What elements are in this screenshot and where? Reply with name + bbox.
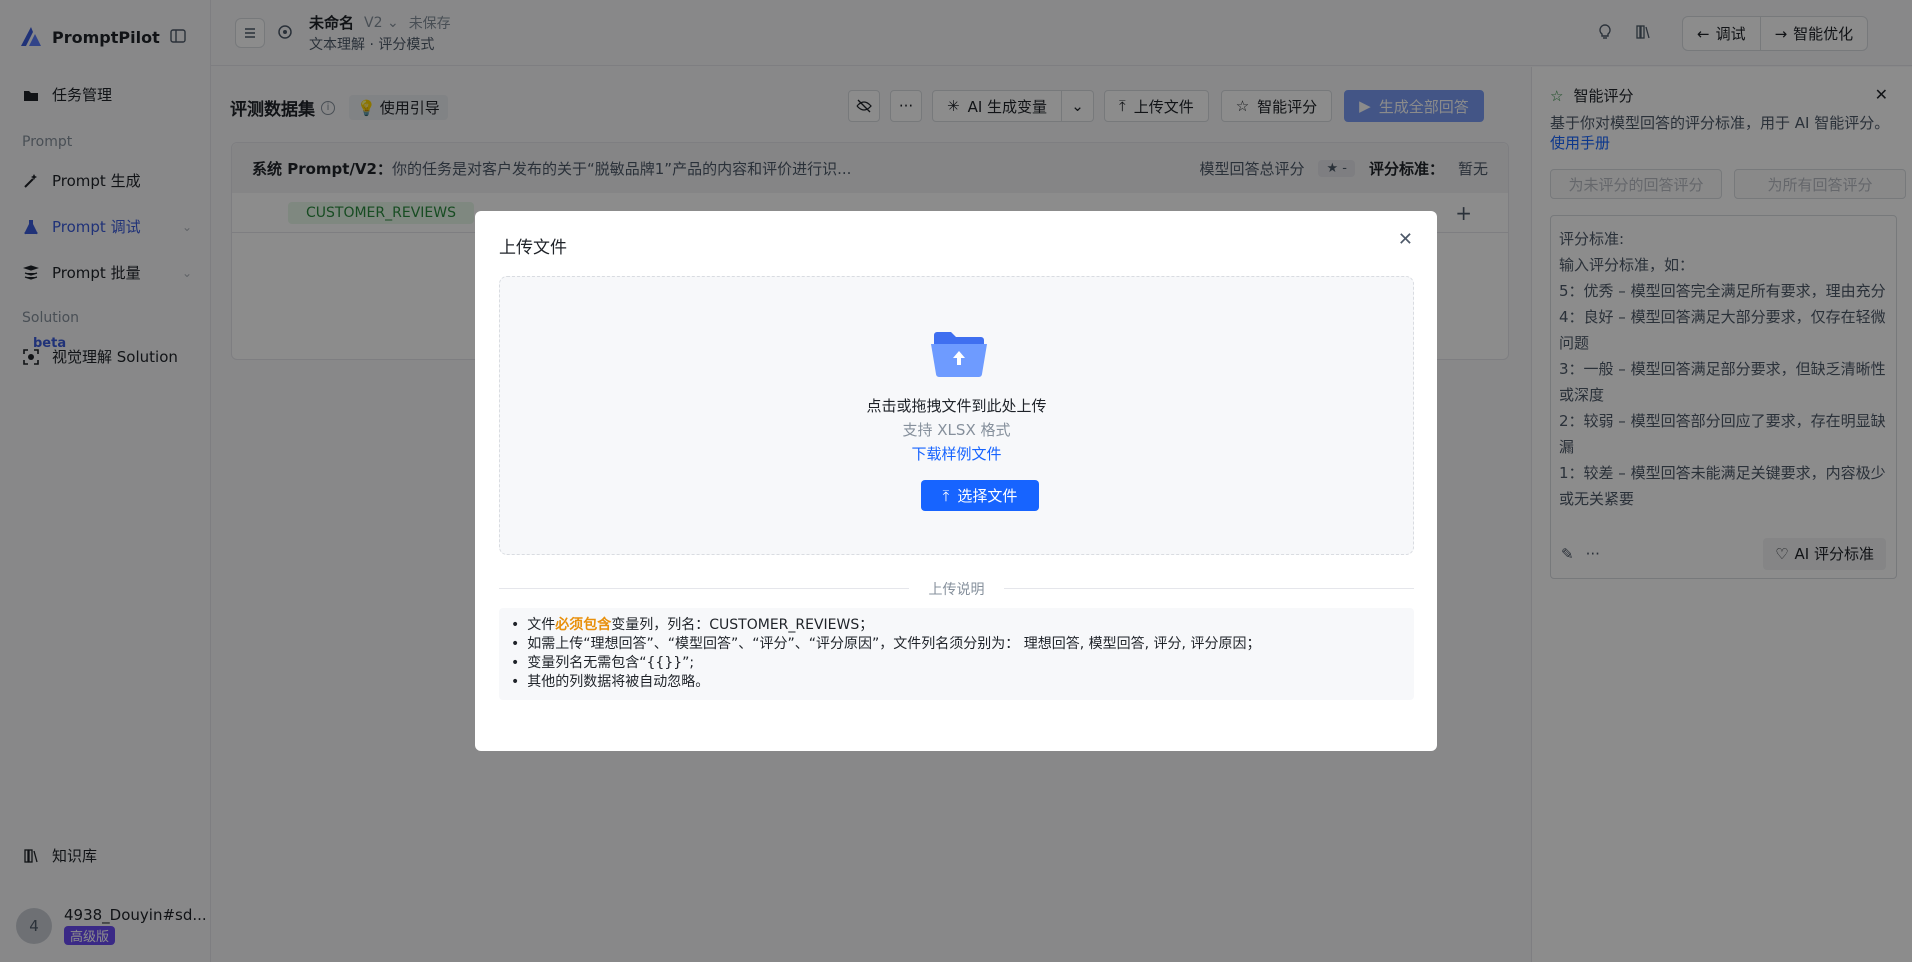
close-icon[interactable]: ✕ (1398, 229, 1413, 250)
folder-upload-icon (931, 332, 987, 377)
choose-file-label: 选择文件 (957, 487, 1018, 505)
upload-icon: ⤒ (942, 486, 950, 505)
notes-title: 上传说明 (928, 582, 985, 598)
note-item: 如需上传“理想回答”、“模型回答”、“评分”、“评分原因”，文件列名须分别为： … (511, 635, 1402, 654)
upload-dropzone[interactable]: 点击或拖拽文件到此处上传 支持 XLSX 格式 下载样例文件 ⤒ 选择文件 (499, 276, 1414, 555)
dropzone-format-text: 支持 XLSX 格式 (902, 421, 1011, 439)
download-sample-link[interactable]: 下载样例文件 (500, 443, 1413, 464)
modal-title: 上传文件 (499, 238, 567, 258)
upload-modal: 上传文件 ✕ 点击或拖拽文件到此处上传 支持 XLSX 格式 下载样例文件 ⤒ … (475, 211, 1437, 751)
dropzone-main-text: 点击或拖拽文件到此处上传 (866, 397, 1047, 415)
note-item: 文件必须包含变量列，列名：CUSTOMER_REVIEWS； (511, 616, 1402, 635)
notes-divider: 上传说明 (499, 581, 1414, 598)
note-item: 变量列名无需包含“{{}}”; (511, 654, 1402, 673)
note-item: 其他的列数据将被自动忽略。 (511, 673, 1402, 692)
note-text: 变量列，列名：CUSTOMER_REVIEWS； (611, 617, 874, 633)
choose-file-button[interactable]: ⤒ 选择文件 (921, 480, 1039, 511)
note-highlight: 必须包含 (555, 617, 612, 633)
note-text: 文件 (527, 617, 556, 633)
upload-notes: 文件必须包含变量列，列名：CUSTOMER_REVIEWS； 如需上传“理想回答… (499, 608, 1414, 700)
